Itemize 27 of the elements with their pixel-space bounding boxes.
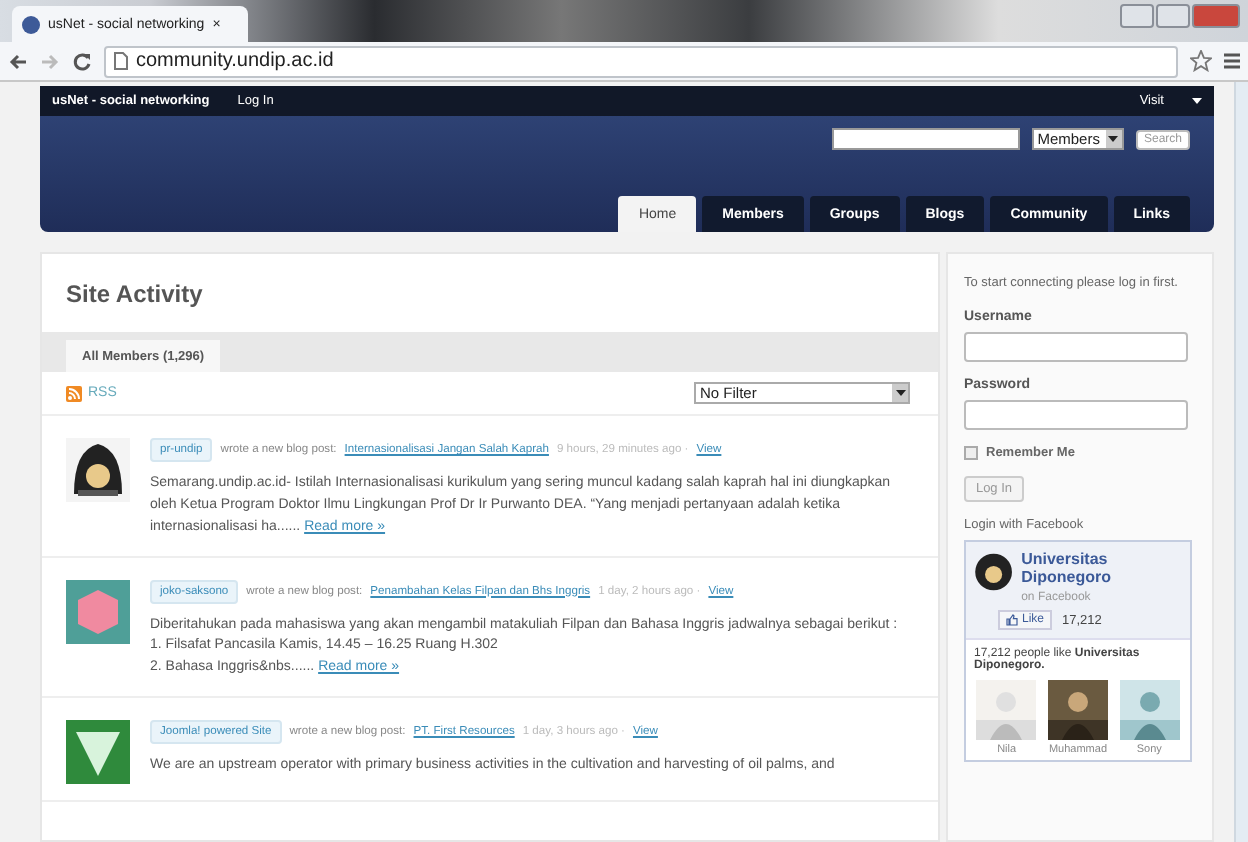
- maximize-button[interactable]: [1156, 4, 1190, 28]
- dropdown-arrow-icon: [895, 390, 905, 396]
- close-button[interactable]: [1192, 4, 1240, 28]
- back-icon[interactable]: [8, 51, 28, 71]
- emblem-icon: [66, 438, 130, 502]
- rss-icon: [66, 385, 82, 401]
- password-field[interactable]: [964, 400, 1188, 431]
- menu-icon[interactable]: [1224, 52, 1240, 70]
- forward-icon[interactable]: [40, 51, 60, 71]
- search-field[interactable]: [831, 128, 1020, 150]
- dropdown-arrow-icon: [1192, 98, 1202, 104]
- thumbs-up-icon: [1006, 614, 1018, 627]
- favicon-icon: [22, 15, 40, 33]
- username-field[interactable]: [964, 332, 1188, 363]
- emblem-icon: [974, 550, 1014, 595]
- minimize-button[interactable]: [1120, 4, 1154, 28]
- reload-icon[interactable]: [72, 51, 92, 71]
- facebook-page-link[interactable]: Universitas Diponegoro: [1021, 550, 1182, 587]
- address-field[interactable]: community.undip.ac.id: [104, 45, 1178, 77]
- triangle-avatar-icon: [66, 720, 130, 785]
- page-icon: [114, 52, 128, 70]
- hexagon-avatar-icon: [66, 579, 130, 644]
- star-icon[interactable]: [1190, 50, 1212, 72]
- page-title: Site Activity: [64, 278, 205, 312]
- remember-checkbox[interactable]: [964, 446, 978, 461]
- dropdown-arrow-icon: [1108, 136, 1119, 142]
- scrollbar[interactable]: [1234, 82, 1248, 842]
